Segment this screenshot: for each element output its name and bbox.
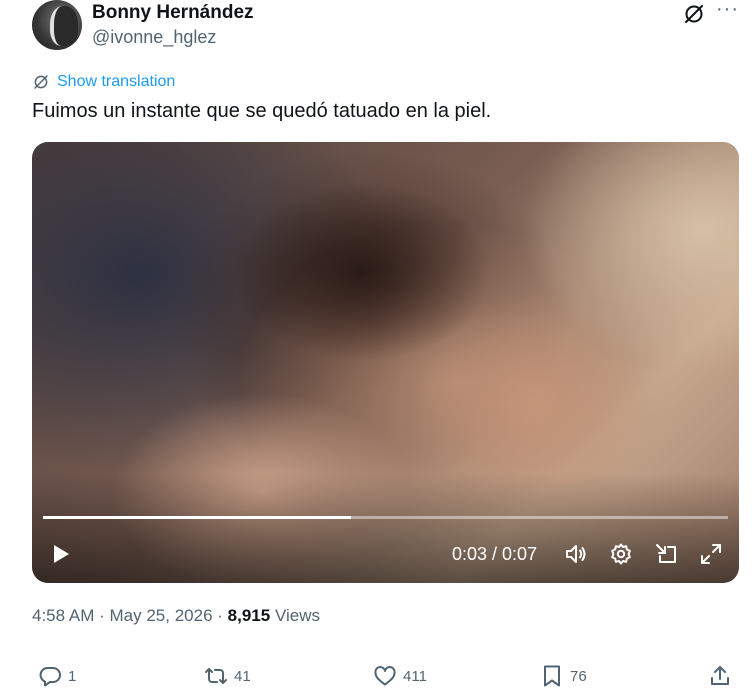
views-label: Views: [274, 606, 320, 625]
show-translation-link[interactable]: Show translation: [32, 71, 175, 93]
repost-icon: [205, 668, 227, 684]
settings-icon[interactable]: [609, 542, 633, 566]
volume-icon[interactable]: [564, 542, 588, 566]
reply-count: 1: [68, 667, 77, 685]
meta-separator: ·: [99, 606, 105, 625]
grok-icon[interactable]: [682, 2, 706, 26]
video-progress-fill: [43, 516, 352, 519]
heart-icon: [374, 666, 396, 686]
avatar-photo: [50, 6, 78, 46]
tweet-text: Fuimos un instante que se quedó tatuado …: [32, 100, 492, 122]
tweet-date[interactable]: May 25, 2026: [110, 606, 213, 625]
repost-button[interactable]: 41: [204, 664, 251, 688]
video-time-display: 0:03 / 0:07: [452, 544, 538, 564]
repost-count: 41: [234, 667, 251, 685]
tweet-actions: 1 41 411 76: [32, 664, 752, 694]
author-handle[interactable]: @ivonne_hglez: [92, 27, 216, 48]
show-translation-label: Show translation: [57, 73, 176, 90]
meta-separator-2: ·: [217, 606, 223, 625]
share-icon: [711, 666, 729, 685]
video-player[interactable]: 0:03 / 0:07: [32, 142, 739, 583]
reply-button[interactable]: 1: [38, 664, 76, 688]
bookmark-button[interactable]: 76: [540, 664, 587, 688]
bookmark-icon: [544, 665, 560, 687]
translate-globe-icon: [34, 75, 48, 89]
like-count: 411: [403, 667, 427, 685]
views-count: 8,915: [227, 606, 271, 625]
dock-icon[interactable]: [654, 542, 678, 566]
more-options-icon[interactable]: ···: [716, 0, 744, 24]
avatar[interactable]: [32, 0, 82, 50]
video-controls-gradient: [32, 473, 739, 583]
tweet-time[interactable]: 4:58 AM: [32, 606, 94, 625]
video-progress-bar[interactable]: [43, 516, 728, 519]
play-icon[interactable]: [50, 542, 72, 566]
share-button[interactable]: [708, 664, 732, 688]
bookmark-count: 76: [570, 667, 587, 685]
tweet-header: Bonny Hernández @ivonne_hglez ···: [32, 0, 752, 52]
author-name[interactable]: Bonny Hernández: [92, 2, 254, 24]
reply-icon: [39, 667, 61, 687]
like-button[interactable]: 411: [373, 664, 427, 688]
tweet-meta: 4:58 AM · May 25, 2026 · 8,915 Views: [32, 606, 320, 626]
fullscreen-icon[interactable]: [699, 542, 723, 566]
